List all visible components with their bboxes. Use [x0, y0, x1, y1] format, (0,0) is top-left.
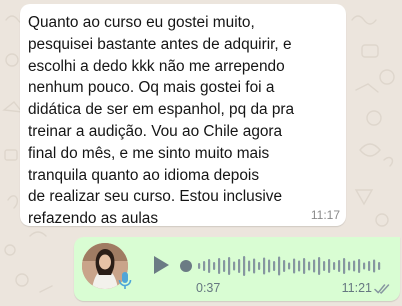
waveform-bar	[313, 259, 316, 273]
waveform-bar	[273, 261, 276, 271]
voice-waveform[interactable]	[178, 251, 390, 281]
waveform-bar	[223, 260, 226, 272]
waveform-bar	[298, 260, 301, 272]
outgoing-voice-message-bubble[interactable]: 0:37 11:21	[74, 237, 400, 301]
waveform-bar	[238, 259, 241, 273]
waveform-bar	[268, 259, 271, 273]
incoming-message-bubble[interactable]: Quanto ao curso eu gostei muito, pesquis…	[20, 4, 346, 227]
voice-duration: 0:37	[196, 281, 221, 295]
waveform-bar	[303, 258, 306, 274]
waveform-bar	[288, 262, 291, 270]
waveform-bar	[203, 261, 206, 271]
waveform-bar	[348, 261, 351, 271]
waveform-bar	[373, 259, 376, 273]
waveform-bar	[363, 262, 366, 270]
incoming-message-text: Quanto ao curso eu gostei muito, pesquis…	[28, 14, 295, 228]
waveform-bar	[343, 258, 346, 274]
waveform-bar	[318, 257, 321, 275]
waveform-bar	[213, 262, 216, 270]
waveform-bar	[358, 259, 361, 273]
waveform-bar	[293, 258, 296, 274]
waveform-bar	[243, 256, 246, 276]
microphone-icon	[118, 272, 132, 289]
waveform-bar	[353, 260, 356, 272]
waveform-bar	[218, 258, 221, 274]
playback-handle[interactable]	[180, 260, 192, 272]
waveform-bar	[278, 256, 281, 276]
waveform-bar	[233, 261, 236, 271]
waveform-bar	[263, 257, 266, 275]
waveform-bar	[228, 257, 231, 275]
play-button[interactable]	[148, 253, 172, 277]
waveform-bar	[208, 259, 211, 273]
waveform-bar	[253, 258, 256, 274]
waveform-bar	[333, 262, 336, 270]
double-check-icon	[374, 284, 390, 294]
waveform-bar	[283, 260, 286, 272]
outgoing-message-time: 11:21	[341, 281, 372, 295]
waveform-bar	[338, 260, 341, 272]
waveform-bar	[308, 261, 311, 271]
waveform-bar	[328, 259, 331, 273]
waveform-bar	[198, 263, 201, 269]
waveform-bar	[323, 261, 326, 271]
waveform-bar	[378, 262, 381, 270]
incoming-message-time: 11:17	[310, 208, 340, 222]
waveform-bar	[368, 261, 371, 271]
play-icon	[154, 256, 169, 274]
waveform-bar	[258, 262, 261, 270]
waveform-bar	[248, 260, 251, 272]
